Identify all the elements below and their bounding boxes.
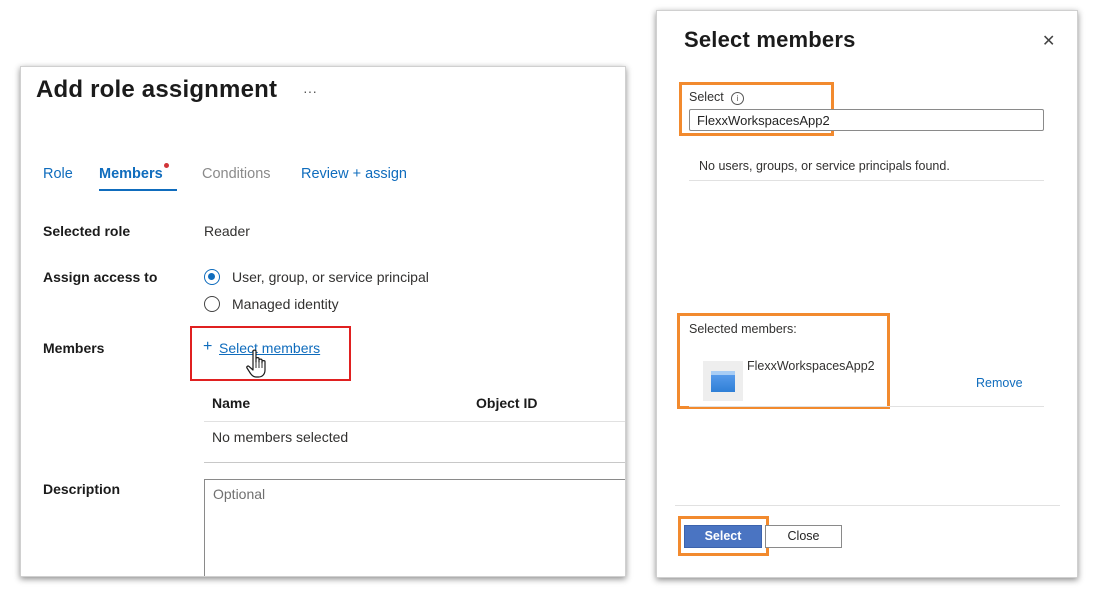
selected-member-name: FlexxWorkspacesApp2 [747, 359, 875, 373]
remove-member-link[interactable]: Remove [976, 376, 1023, 390]
page-title: Add role assignment [36, 76, 278, 103]
footer-divider [675, 505, 1060, 506]
selected-members-label: Selected members: [689, 322, 797, 336]
plus-icon: + [203, 338, 213, 355]
selected-role-value: Reader [204, 223, 250, 239]
active-tab-underline [99, 189, 177, 191]
info-icon[interactable]: i [731, 92, 744, 105]
member-avatar [703, 361, 743, 401]
tab-review-assign[interactable]: Review + assign [301, 166, 407, 182]
close-button[interactable]: Close [765, 525, 842, 548]
search-input[interactable] [689, 109, 1044, 131]
select-members-panel: Select members ✕ Select i No users, grou… [656, 10, 1078, 578]
selected-role-label: Selected role [43, 223, 131, 239]
description-placeholder: Optional [213, 486, 266, 502]
members-label: Members [43, 340, 105, 356]
select-field-label: Select [689, 90, 724, 104]
no-results-text: No users, groups, or service principals … [699, 159, 950, 173]
radio-user-group-sp[interactable] [204, 269, 220, 285]
assign-access-label: Assign access to [43, 269, 158, 285]
tab-conditions[interactable]: Conditions [202, 166, 271, 182]
select-button[interactable]: Select [684, 525, 762, 548]
hand-pointer-cursor-icon [246, 349, 266, 378]
table-empty-text: No members selected [212, 429, 349, 445]
tab-members[interactable]: Members [99, 166, 163, 182]
unsaved-indicator-dot [164, 163, 169, 168]
tab-role[interactable]: Role [43, 166, 73, 182]
radio-managed-identity-label[interactable]: Managed identity [232, 296, 339, 312]
panel-title: Select members [684, 27, 856, 52]
table-bottom-divider [204, 462, 625, 463]
app-registration-icon [711, 371, 735, 392]
close-icon[interactable]: ✕ [1042, 31, 1055, 51]
description-textarea[interactable]: Optional [204, 479, 625, 576]
column-header-object-id: Object ID [476, 395, 538, 411]
more-options-button[interactable]: ··· [303, 83, 317, 99]
description-label: Description [43, 481, 121, 497]
column-header-name: Name [212, 395, 251, 411]
select-members-link[interactable]: Select members [219, 340, 320, 356]
selected-members-divider [689, 406, 1044, 407]
results-divider [689, 180, 1044, 181]
add-role-assignment-panel: Add role assignment ··· Role Members Con… [20, 66, 626, 577]
table-header-divider [204, 421, 625, 422]
radio-managed-identity[interactable] [204, 296, 220, 312]
radio-user-group-sp-label[interactable]: User, group, or service principal [232, 269, 429, 285]
